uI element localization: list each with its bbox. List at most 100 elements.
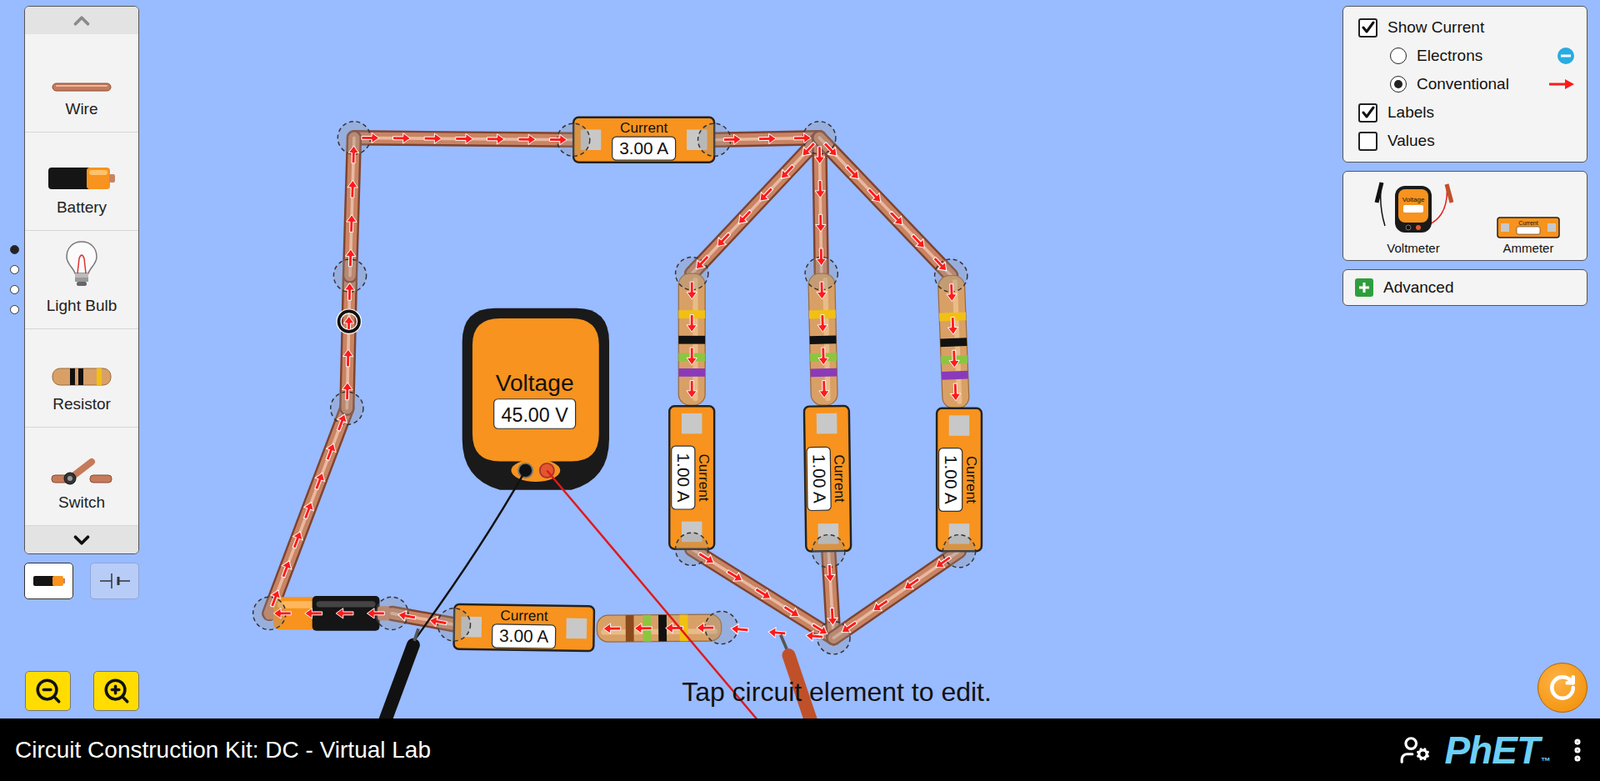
vertex[interactable] bbox=[675, 532, 709, 565]
phet-logo[interactable]: PhET™ bbox=[1444, 730, 1550, 770]
current-arrow-icon bbox=[818, 347, 830, 365]
light-bulb-icon bbox=[64, 240, 100, 289]
view-toggle-button[interactable] bbox=[90, 562, 140, 600]
scroll-up-button[interactable] bbox=[25, 6, 139, 35]
sensor-tool[interactable]: CurrentAmmeter bbox=[1496, 215, 1560, 255]
toolbox-item[interactable]: Light Bulb bbox=[25, 230, 139, 330]
current-type-radio[interactable]: Electrons bbox=[1358, 43, 1575, 69]
hint-text: Tap circuit element to edit. bbox=[681, 675, 992, 708]
current-arrow-icon bbox=[817, 314, 829, 332]
current-arrow-icon bbox=[397, 609, 417, 623]
current-arrow-icon bbox=[518, 134, 536, 145]
current-arrow-icon bbox=[267, 588, 284, 609]
toolbox-item[interactable]: Wire bbox=[25, 34, 139, 133]
current-arrow-icon bbox=[335, 608, 354, 619]
current-arrow-icon bbox=[949, 350, 960, 368]
page-dot[interactable] bbox=[10, 305, 20, 315]
svg-text:1.00 A: 1.00 A bbox=[810, 454, 830, 504]
scroll-down-button[interactable] bbox=[25, 525, 139, 554]
schematic-battery-icon bbox=[98, 570, 132, 591]
ammeter[interactable]: Current1.00 A bbox=[936, 408, 982, 551]
current-type-radio[interactable]: Conventional bbox=[1358, 71, 1575, 97]
right-area: Show Current ElectronsConventional Labels V… bbox=[1342, 0, 1588, 719]
advanced-panel[interactable]: Advanced bbox=[1342, 269, 1588, 306]
current-arrow-icon bbox=[768, 626, 787, 639]
wire[interactable] bbox=[269, 408, 347, 614]
view-toggle bbox=[24, 562, 140, 600]
svg-text:3.00 A: 3.00 A bbox=[499, 625, 549, 646]
option-checkbox[interactable]: Labels bbox=[1358, 100, 1575, 125]
current-arrow-icon bbox=[816, 281, 828, 300]
toolbox: WireBatteryLight BulbResistorSwitch bbox=[24, 5, 140, 555]
current-arrow-icon bbox=[486, 134, 505, 145]
current-arrow-icon bbox=[311, 470, 328, 491]
current-arrow-icon bbox=[805, 630, 824, 642]
current-arrow-icon bbox=[550, 134, 568, 145]
resistor[interactable] bbox=[808, 273, 839, 406]
current-arrow-icon bbox=[424, 133, 442, 144]
current-arrow-icon bbox=[930, 255, 950, 275]
svg-text:Current: Current bbox=[620, 119, 668, 136]
checkbox[interactable] bbox=[1358, 131, 1378, 151]
current-arrow-icon bbox=[839, 618, 860, 637]
toolbox-item[interactable]: Battery bbox=[25, 132, 139, 231]
current-arrow-icon bbox=[333, 412, 350, 433]
selected-vertex[interactable] bbox=[339, 310, 360, 331]
radio[interactable] bbox=[1390, 75, 1407, 93]
resistor[interactable] bbox=[678, 273, 705, 405]
zoom-out-button[interactable] bbox=[25, 670, 71, 711]
view-toggle-button[interactable] bbox=[24, 562, 74, 600]
resistor[interactable] bbox=[596, 614, 722, 642]
radio[interactable] bbox=[1390, 47, 1407, 65]
option-checkbox[interactable]: Values bbox=[1358, 128, 1575, 154]
current-arrow-icon bbox=[686, 347, 697, 365]
current-arrow-icon bbox=[344, 282, 355, 300]
page-dot[interactable] bbox=[10, 245, 20, 255]
preferences-icon[interactable] bbox=[1399, 734, 1431, 766]
tool-column: WireBatteryLight BulbResistorSwitch bbox=[24, 5, 140, 711]
ammeter[interactable]: Current 3.00 A bbox=[573, 117, 715, 163]
current-arrow-icon bbox=[342, 349, 354, 367]
electron-icon bbox=[1556, 46, 1575, 65]
wire[interactable] bbox=[819, 137, 951, 275]
voltmeter[interactable]: Voltage45.00 V bbox=[462, 308, 610, 490]
svg-text:3.00 A: 3.00 A bbox=[619, 138, 669, 158]
svg-text:Current: Current bbox=[1518, 220, 1538, 226]
voltmeter-icon: Voltage bbox=[1370, 179, 1457, 240]
ammeter[interactable]: Current3.00 A bbox=[454, 604, 595, 651]
sensor-tool[interactable]: VoltageVoltmeter bbox=[1370, 179, 1457, 255]
current-arrow-icon bbox=[686, 281, 697, 300]
zoom-in-button[interactable] bbox=[93, 670, 140, 711]
reset-all-button[interactable] bbox=[1537, 662, 1588, 713]
current-arrow-icon bbox=[865, 185, 885, 206]
show-current-checkbox[interactable]: Show Current bbox=[1358, 15, 1575, 40]
current-arrow-icon bbox=[843, 162, 863, 183]
chevron-down-icon bbox=[69, 527, 95, 553]
current-arrow-icon bbox=[730, 623, 750, 635]
current-arrow-icon bbox=[901, 575, 922, 594]
svg-text:1.00 A: 1.00 A bbox=[941, 455, 961, 505]
page-dot[interactable] bbox=[10, 285, 20, 295]
black-probe[interactable] bbox=[383, 628, 419, 719]
current-arrow-icon bbox=[886, 208, 906, 229]
battery[interactable] bbox=[265, 595, 390, 631]
toolbox-item[interactable]: Switch bbox=[25, 427, 139, 526]
current-arrow-icon bbox=[826, 607, 838, 625]
current-arrow-icon bbox=[820, 140, 840, 160]
current-arrow-icon bbox=[758, 133, 776, 145]
wire[interactable] bbox=[833, 550, 960, 638]
checkbox[interactable] bbox=[1358, 103, 1378, 123]
ammeter[interactable]: Current1.00 A bbox=[669, 405, 715, 549]
menu-icon[interactable] bbox=[1563, 735, 1592, 765]
current-arrow-icon bbox=[345, 214, 357, 232]
vertex[interactable] bbox=[812, 535, 845, 568]
ammeter[interactable]: Current1.00 A bbox=[804, 405, 851, 552]
current-arrow-icon bbox=[367, 608, 385, 619]
vertex[interactable] bbox=[942, 535, 975, 568]
checkbox[interactable] bbox=[1358, 18, 1378, 38]
page-dot[interactable] bbox=[10, 265, 20, 275]
toolbox-item[interactable]: Resistor bbox=[25, 329, 139, 428]
current-arrow-icon bbox=[305, 608, 323, 619]
current-arrow-icon bbox=[634, 623, 652, 634]
resistor[interactable] bbox=[937, 275, 970, 409]
